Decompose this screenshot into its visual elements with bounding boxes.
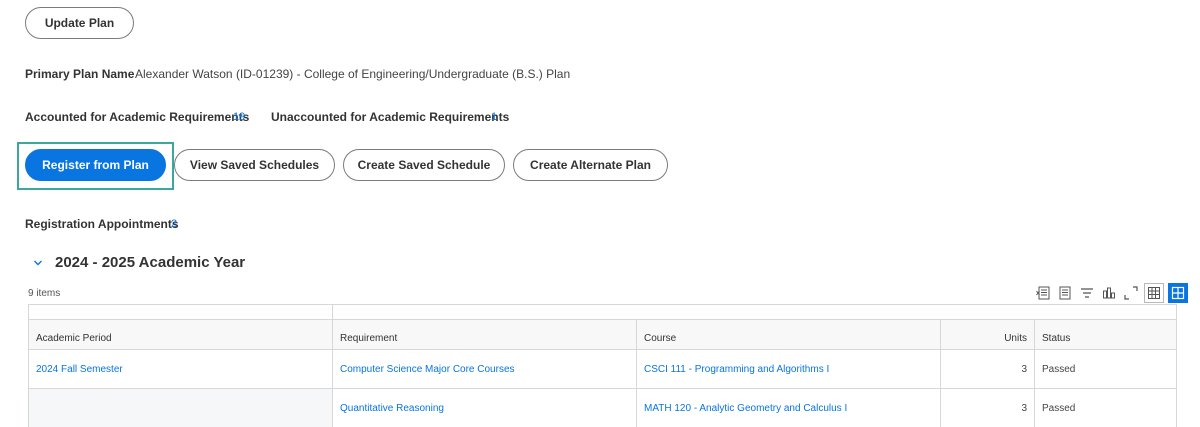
header-requirement[interactable]: Requirement bbox=[333, 320, 637, 349]
cell-units: 3 bbox=[941, 350, 1035, 388]
table-group-header bbox=[29, 305, 1176, 319]
chevron-down-icon[interactable] bbox=[33, 258, 43, 268]
filter-icon[interactable] bbox=[1078, 284, 1096, 302]
table-row: Quantitative Reasoning MATH 120 - Analyt… bbox=[29, 389, 1176, 427]
table-view-icon[interactable] bbox=[1144, 283, 1164, 303]
unaccounted-requirements-label: Unaccounted for Academic Requirements bbox=[271, 110, 510, 124]
cell-status: Passed bbox=[1035, 389, 1176, 427]
cell-requirement[interactable]: Quantitative Reasoning bbox=[333, 389, 637, 427]
cell-status: Passed bbox=[1042, 363, 1076, 375]
export-excel-icon[interactable] bbox=[1034, 284, 1052, 302]
cell-academic-period[interactable]: 2024 Fall Semester bbox=[29, 350, 333, 388]
export-pdf-icon[interactable] bbox=[1056, 284, 1074, 302]
create-saved-schedule-button[interactable]: Create Saved Schedule bbox=[343, 149, 505, 181]
chart-icon[interactable] bbox=[1100, 284, 1118, 302]
cell-course[interactable]: CSCI 111 - Programming and Algorithms I bbox=[637, 350, 941, 388]
register-from-plan-button[interactable]: Register from Plan bbox=[25, 149, 166, 181]
table-header-row: Academic Period Requirement Course Units… bbox=[29, 319, 1176, 350]
header-units[interactable]: Units bbox=[941, 320, 1035, 349]
grid-toolbar bbox=[1034, 281, 1188, 305]
academic-year-title: 2024 - 2025 Academic Year bbox=[55, 254, 246, 271]
cell-requirement[interactable]: Computer Science Major Core Courses bbox=[333, 350, 637, 388]
cell-academic-period bbox=[29, 389, 333, 427]
grid-view-icon[interactable] bbox=[1168, 283, 1188, 303]
accounted-requirements-label: Accounted for Academic Requirements bbox=[25, 110, 250, 124]
header-status[interactable]: Status bbox=[1035, 320, 1176, 349]
registration-appointments-count[interactable]: 2 bbox=[171, 218, 177, 230]
primary-plan-value: Alexander Watson (ID-01239) - College of… bbox=[135, 67, 571, 81]
cell-course[interactable]: MATH 120 - Analytic Geometry and Calculu… bbox=[637, 389, 941, 427]
header-course[interactable]: Course bbox=[637, 320, 941, 349]
cell-units: 3 bbox=[941, 389, 1035, 427]
create-alternate-plan-button[interactable]: Create Alternate Plan bbox=[513, 149, 668, 181]
accounted-requirements-count[interactable]: 19 bbox=[233, 111, 245, 123]
table-row: 2024 Fall Semester Computer Science Majo… bbox=[29, 350, 1176, 389]
unaccounted-requirements-count[interactable]: 1 bbox=[491, 111, 497, 123]
fullscreen-icon[interactable] bbox=[1122, 284, 1140, 302]
update-plan-button[interactable]: Update Plan bbox=[25, 7, 134, 39]
header-academic-period[interactable]: Academic Period bbox=[29, 320, 333, 349]
group-cell bbox=[29, 305, 333, 319]
items-count: 9 items bbox=[28, 288, 61, 299]
registration-appointments-label: Registration Appointments bbox=[25, 217, 179, 231]
primary-plan-label: Primary Plan Name bbox=[25, 67, 135, 81]
view-saved-schedules-button[interactable]: View Saved Schedules bbox=[174, 149, 335, 181]
academic-year-section-header[interactable]: 2024 - 2025 Academic Year bbox=[33, 254, 245, 271]
academic-plan-table: Academic Period Requirement Course Units… bbox=[28, 304, 1177, 427]
